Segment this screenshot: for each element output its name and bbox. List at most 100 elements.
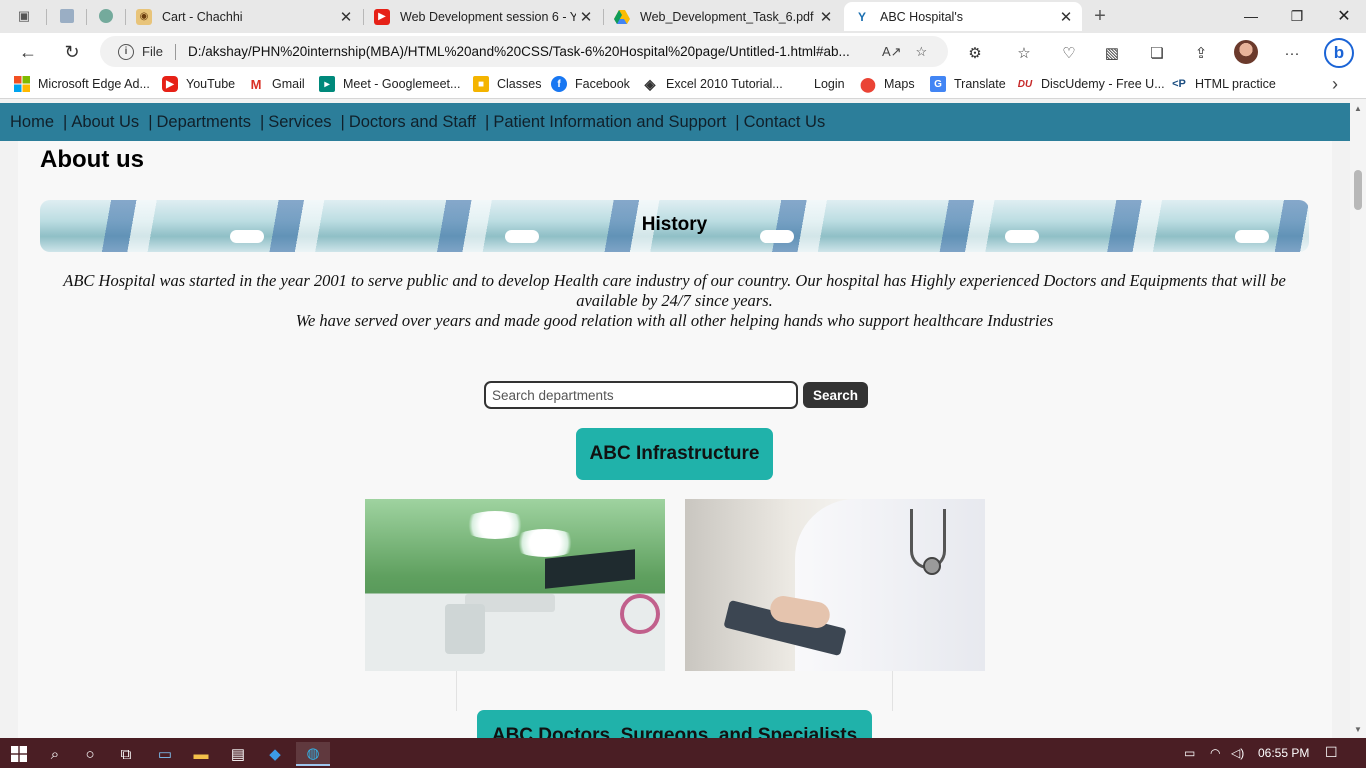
edge-icon[interactable]: ◍	[296, 742, 330, 766]
nav-home[interactable]: Home	[10, 113, 54, 132]
wifi-icon[interactable]: ◠	[1210, 746, 1220, 760]
favorite-maps[interactable]: ⬤ Maps	[860, 76, 915, 92]
vscode-icon[interactable]: ◆	[258, 742, 292, 766]
read-aloud-icon[interactable]: A↗	[882, 44, 902, 60]
classroom-icon: ■	[473, 76, 489, 92]
doctors-surgeons-button[interactable]: ABC Doctors, Surgeons, and Specialists	[477, 710, 872, 738]
nav-divider: |	[340, 112, 345, 131]
nav-divider: |	[735, 112, 740, 131]
tab-title: Web Development session 6 - Yo	[400, 9, 576, 24]
tab-web-dev-task-pdf[interactable]: Web_Development_Task_6.pdf - G ✕	[604, 2, 842, 31]
tab-abc-hospital[interactable]: Y ABC Hospital's ✕	[844, 2, 1082, 31]
chevron-right-icon[interactable]: ›	[1332, 74, 1338, 95]
notepad-icon[interactable]: ▤	[221, 742, 255, 766]
history-paragraph: We have served over years and made good …	[295, 311, 1054, 330]
scroll-down-icon[interactable]: ▼	[1354, 725, 1362, 734]
restore-icon[interactable]: ❐	[1282, 4, 1312, 28]
scroll-up-icon[interactable]: ▲	[1354, 104, 1362, 113]
windows-taskbar: ⌕ ○ ⧉ ▭ ▬ ▤ ◆ ◍ ▭ ◠ ◁) 06:55 PM ☐	[0, 738, 1366, 768]
favorite-label: YouTube	[186, 77, 236, 91]
about-section: About us History ABC Hospital was starte…	[18, 141, 1332, 738]
add-favorite-icon[interactable]: ☆	[916, 44, 928, 60]
favorite-label: DiscUdemy - Free U...	[1041, 77, 1165, 91]
notifications-icon[interactable]: ☐	[1325, 744, 1338, 761]
search-input[interactable]	[484, 381, 798, 409]
tab-separator	[86, 9, 87, 25]
close-icon[interactable]: ✕	[1056, 8, 1076, 26]
favorite-gmail[interactable]: M Gmail	[248, 76, 305, 92]
favorite-label: Facebook	[575, 77, 630, 91]
nav-divider: |	[148, 112, 153, 131]
close-window-icon[interactable]: ✕	[1329, 4, 1359, 28]
favorite-label: Translate	[954, 77, 1006, 91]
nav-services[interactable]: Services	[268, 113, 331, 132]
address-bar[interactable]: i File D:/akshay/PHN%20internship(MBA)/H…	[100, 36, 948, 67]
favorite-label: Microsoft Edge Ad...	[38, 77, 150, 91]
health-icon[interactable]: ♡	[1058, 42, 1080, 64]
info-icon[interactable]: i	[118, 43, 134, 60]
favorite-discudemy[interactable]: DU DiscUdemy - Free U...	[1017, 76, 1165, 92]
favorites-icon[interactable]: ☆	[1013, 42, 1035, 64]
tab-cart-chachhi[interactable]: ◉ Cart - Chachhi ✕	[126, 2, 362, 31]
address-bar-row: ← ↻ i File D:/akshay/PHN%20internship(MB…	[0, 33, 1366, 70]
chatgpt-icon[interactable]	[94, 5, 118, 27]
minimize-icon[interactable]: —	[1236, 4, 1266, 28]
nav-contact-us[interactable]: Contact Us	[744, 113, 826, 132]
favorite-classes[interactable]: ■ Classes	[473, 76, 541, 92]
tab-actions-icon[interactable]: ▣	[12, 5, 36, 27]
favorites-bar: Microsoft Edge Ad... ▶ YouTube M Gmail ▸…	[0, 70, 1366, 99]
windows-start-icon[interactable]	[2, 742, 36, 766]
math-solver-icon[interactable]: ▧	[1101, 42, 1123, 64]
new-tab-icon[interactable]: +	[1088, 5, 1112, 27]
clock[interactable]: 06:55 PM	[1258, 746, 1309, 760]
history-text: ABC Hospital was started in the year 200…	[40, 271, 1309, 331]
favorite-youtube[interactable]: ▶ YouTube	[162, 76, 235, 92]
favorite-translate[interactable]: G Translate	[930, 76, 1006, 92]
this-pc-icon[interactable]: ▭	[148, 742, 182, 766]
favorite-label: Classes	[497, 77, 542, 91]
tab-web-dev-session[interactable]: ▶ Web Development session 6 - Yo ✕	[364, 2, 602, 31]
battery-icon[interactable]: ▭	[1184, 746, 1195, 760]
close-icon[interactable]: ✕	[576, 8, 596, 26]
divider-line	[892, 671, 893, 711]
search-button[interactable]: Search	[803, 382, 869, 408]
volume-icon[interactable]: ◁)	[1231, 746, 1244, 760]
nav-divider: |	[259, 112, 265, 131]
file-explorer-icon[interactable]: ▬	[184, 742, 218, 766]
extensions-icon[interactable]: ⚙	[964, 42, 986, 64]
close-icon[interactable]: ✕	[816, 8, 836, 26]
task-view-icon[interactable]: ⧉	[109, 742, 143, 766]
close-icon[interactable]: ✕	[336, 8, 356, 26]
more-options-icon[interactable]: ···	[1281, 42, 1303, 64]
history-title: History	[641, 214, 708, 235]
nav-patient-information[interactable]: Patient Information and Support	[493, 113, 726, 132]
refresh-icon[interactable]: ↻	[58, 38, 86, 66]
search-icon[interactable]: ⌕	[38, 742, 72, 766]
favorite-excel-tutorial[interactable]: ◈ Excel 2010 Tutorial...	[642, 76, 783, 92]
cortana-icon[interactable]: ○	[73, 742, 107, 766]
nav-doctors-and-staff[interactable]: Doctors and Staff	[349, 113, 476, 132]
scroll-thumb[interactable]	[1354, 170, 1362, 210]
bing-icon[interactable]: b	[1324, 38, 1354, 68]
share-icon[interactable]: ⇪	[1190, 42, 1212, 64]
nav-divider: |	[485, 112, 490, 131]
favorite-login[interactable]: Login	[790, 76, 845, 92]
favorite-google-meet[interactable]: ▸ Meet - Googlemeet...	[319, 76, 460, 92]
profile-avatar[interactable]	[1234, 40, 1258, 64]
favorite-facebook[interactable]: f Facebook	[551, 76, 630, 92]
infrastructure-button[interactable]: ABC Infrastructure	[576, 428, 773, 480]
site-nav: Home | About Us | Departments | Services…	[0, 103, 1350, 141]
favorite-microsoft-edge[interactable]: Microsoft Edge Ad...	[14, 76, 150, 92]
nav-about-us[interactable]: About Us	[71, 113, 139, 132]
url-text[interactable]: D:/akshay/PHN%20internship(MBA)/HTML%20a…	[188, 44, 868, 59]
favorite-label: Excel 2010 Tutorial...	[666, 77, 783, 91]
back-icon[interactable]: ←	[14, 38, 42, 66]
page-icon[interactable]	[55, 5, 79, 27]
page-viewport: Home | About Us | Departments | Services…	[0, 100, 1350, 738]
collections-icon[interactable]: ❏	[1146, 42, 1168, 64]
favorite-label: Maps	[884, 77, 915, 91]
gmail-icon: M	[250, 76, 262, 92]
page-scrollbar[interactable]: ▲ ▼	[1350, 100, 1366, 738]
favorite-html-practice[interactable]: <P HTML practice	[1171, 76, 1276, 92]
nav-departments[interactable]: Departments	[156, 113, 250, 132]
